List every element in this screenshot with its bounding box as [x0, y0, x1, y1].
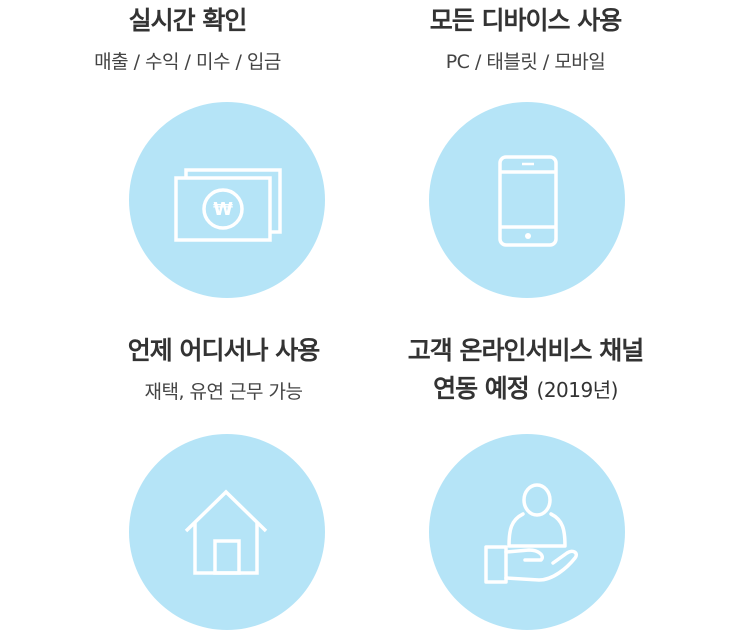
feature-subtitle: PC / 태블릿 / 모바일: [445, 51, 606, 73]
feature-customer-service: 고객 온라인서비스 채널 연동 예정 (2019년): [338, 334, 713, 407]
feature-subtitle: 매출 / 수익 / 미수 / 입금: [94, 51, 281, 73]
feature-title-main: 연동 예정: [433, 374, 530, 403]
customer-service-icon: [484, 483, 579, 584]
home-icon: [184, 489, 268, 575]
feature-title: 고객 온라인서비스 채널: [407, 336, 644, 365]
feature-title-line2: 연동 예정 (2019년): [338, 372, 713, 407]
feature-icon-circle: [429, 102, 625, 298]
mobile-phone-icon: [498, 155, 558, 247]
feature-realtime: 실시간 확인 매출 / 수익 / 미수 / 입금: [0, 4, 375, 75]
feature-icon-circle: [129, 434, 325, 630]
feature-icon-circle: [429, 434, 625, 630]
svg-text:₩: ₩: [213, 199, 233, 220]
feature-title: 모든 디바이스 사용: [429, 6, 622, 35]
money-icon: ₩: [174, 168, 282, 242]
feature-all-devices: 모든 디바이스 사용 PC / 태블릿 / 모바일: [338, 4, 713, 75]
feature-title-note: (2019년): [536, 378, 619, 402]
feature-title: 실시간 확인: [128, 6, 248, 35]
feature-icon-circle: ₩: [129, 102, 325, 298]
